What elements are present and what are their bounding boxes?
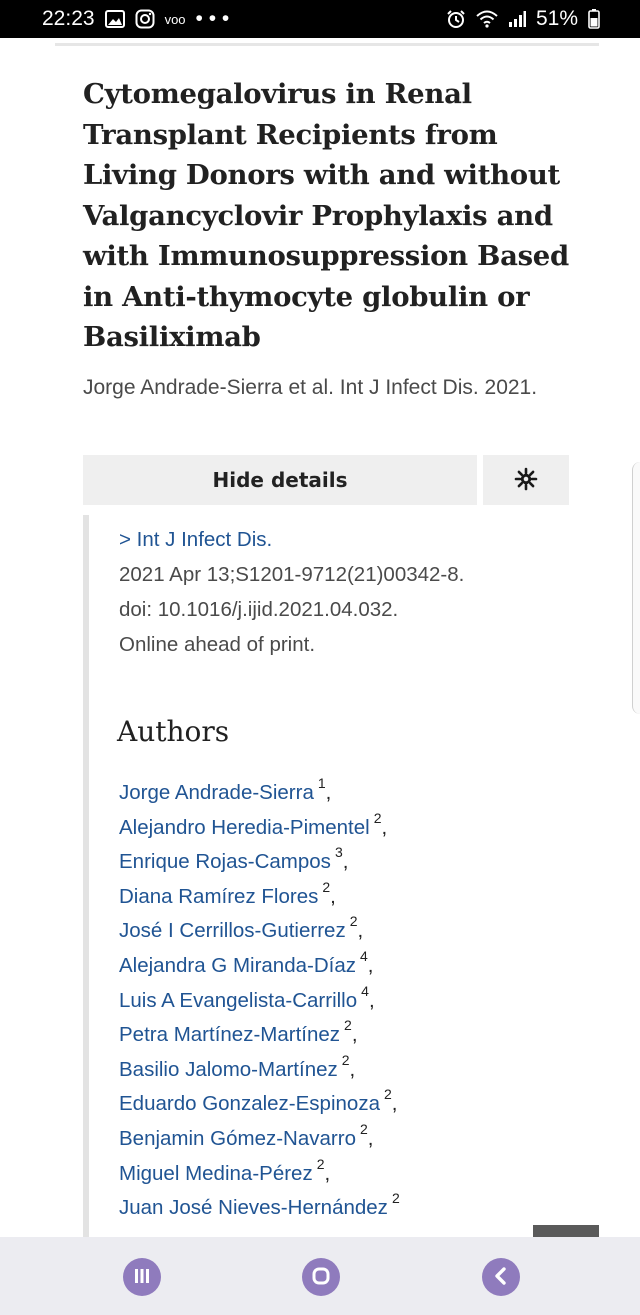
author-link[interactable]: Jorge Andrade-Sierra (119, 781, 314, 804)
affiliation-ref[interactable]: 2 (342, 1052, 350, 1068)
author-separator: , (357, 919, 364, 943)
author-item: Benjamin Gómez-Navarro 2, (119, 1115, 400, 1150)
author-item: José I Cerrillos-Gutierrez 2, (119, 907, 400, 942)
affiliation-ref[interactable]: 2 (317, 1156, 325, 1172)
back-button[interactable] (482, 1258, 520, 1296)
affiliation-ref[interactable]: 2 (344, 1017, 352, 1033)
recent-apps-button[interactable] (123, 1258, 161, 1296)
author-item: Eduardo Gonzalez-Espinoza 2, (119, 1080, 400, 1115)
author-item: Miguel Medina-Pérez 2, (119, 1150, 400, 1185)
top-divider (55, 38, 599, 46)
author-item: Alejandro Heredia-Pimentel 2, (119, 804, 400, 839)
authors-heading: Authors (117, 715, 230, 748)
affiliation-ref[interactable]: 2 (350, 913, 358, 929)
status-bar: 22:23 voo • • • 51% (0, 0, 640, 38)
author-separator: , (368, 988, 375, 1012)
author-separator: , (325, 780, 332, 804)
author-item: Enrique Rojas-Campos 3, (119, 838, 400, 873)
author-item: Basilio Jalomo-Martínez 2, (119, 1046, 400, 1081)
voo-icon: voo (164, 11, 186, 27)
publication-info: 2021 Apr 13;S1201-9712(21)00342-8. doi: … (119, 557, 599, 662)
home-icon (311, 1266, 331, 1289)
gallery-icon (104, 10, 125, 28)
article-citation: Jorge Andrade-Sierra et al. Int J Infect… (83, 376, 538, 399)
author-separator: , (381, 815, 388, 839)
author-item: Petra Martínez-Martínez 2, (119, 1011, 400, 1046)
status-bar-right: 51% (446, 7, 600, 31)
affiliation-ref[interactable]: 2 (322, 879, 330, 895)
article-title: Cytomegalovirus in Renal Transplant Reci… (83, 78, 569, 353)
details-panel: > Int J Infect Dis. 2021 Apr 13;S1201-97… (83, 515, 603, 1237)
journal-link[interactable]: > Int J Infect Dis. (119, 523, 272, 557)
author-link[interactable]: Alejandra G Miranda-Díaz (119, 954, 356, 977)
author-link[interactable]: Alejandro Heredia-Pimentel (119, 815, 370, 838)
battery-percent: 51% (535, 7, 578, 30)
wifi-icon (476, 10, 498, 28)
author-link[interactable]: Luis A Evangelista-Carrillo (119, 988, 357, 1011)
status-bar-left: 22:23 voo • • • (42, 7, 229, 31)
affiliation-ref[interactable]: 1 (318, 775, 326, 791)
signal-icon (508, 10, 526, 28)
author-link[interactable]: Miguel Medina-Pérez (119, 1161, 313, 1184)
author-item: Jorge Andrade-Sierra 1, (119, 769, 400, 804)
author-link[interactable]: José I Cerrillos-Gutierrez (119, 919, 346, 942)
affiliation-ref[interactable]: 2 (374, 810, 382, 826)
print-status-line: Online ahead of print. (119, 633, 316, 656)
author-link[interactable]: Petra Martínez-Martínez (119, 1023, 340, 1046)
authors-list: Jorge Andrade-Sierra 1, Alejandro Heredia… (119, 769, 400, 1219)
recent-apps-icon (133, 1268, 151, 1287)
settings-button[interactable] (483, 455, 569, 505)
author-separator: , (324, 1161, 331, 1185)
affiliation-ref[interactable]: 2 (384, 1086, 392, 1102)
author-item: Luis A Evangelista-Carrillo 4, (119, 977, 400, 1012)
publication-date-line: 2021 Apr 13;S1201-9712(21)00342-8. (119, 563, 465, 586)
affiliation-ref[interactable]: 4 (360, 948, 368, 964)
author-separator: , (391, 1092, 398, 1116)
alarm-icon (446, 9, 466, 29)
gear-icon (514, 467, 538, 494)
author-separator: , (351, 1022, 358, 1046)
author-item: Alejandra G Miranda-Díaz 4, (119, 942, 400, 977)
navigation-bar (0, 1237, 640, 1315)
edge-panel-handle[interactable] (632, 462, 640, 714)
author-link[interactable]: Basilio Jalomo-Martínez (119, 1058, 338, 1081)
author-separator: , (349, 1057, 356, 1081)
author-link[interactable]: Eduardo Gonzalez-Espinoza (119, 1092, 380, 1115)
author-separator: , (367, 953, 374, 977)
author-link[interactable]: Juan José Nieves-Hernández (119, 1196, 388, 1219)
more-notifications-icon: • • • (195, 7, 230, 30)
status-time: 22:23 (42, 7, 95, 30)
hide-details-button[interactable]: Hide details (83, 455, 477, 505)
battery-icon (588, 9, 600, 29)
affiliation-ref[interactable]: 3 (335, 844, 343, 860)
affiliation-ref[interactable]: 4 (361, 983, 369, 999)
author-link[interactable]: Enrique Rojas-Campos (119, 850, 331, 873)
doi-line[interactable]: doi: 10.1016/j.ijid.2021.04.032. (119, 592, 599, 627)
affiliation-ref[interactable]: 2 (360, 1121, 368, 1137)
floating-toolbar-edge[interactable] (533, 1225, 599, 1237)
author-item: Diana Ramírez Flores 2, (119, 873, 400, 908)
author-item: Juan José Nieves-Hernández 2 (119, 1184, 400, 1219)
author-link[interactable]: Diana Ramírez Flores (119, 885, 318, 908)
author-separator: , (367, 1126, 374, 1150)
back-icon (493, 1266, 509, 1288)
author-link[interactable]: Benjamin Gómez-Navarro (119, 1127, 356, 1150)
instagram-icon (135, 9, 155, 29)
author-separator: , (330, 884, 336, 908)
affiliation-ref[interactable]: 2 (392, 1190, 400, 1206)
home-button[interactable] (302, 1258, 340, 1296)
author-separator: , (342, 850, 349, 874)
